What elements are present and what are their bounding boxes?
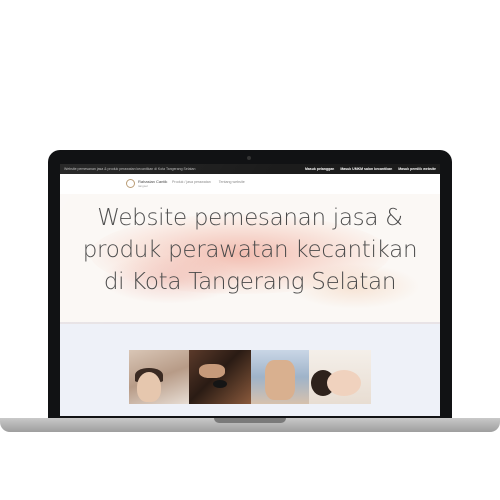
nav-links: Produk / jasa perawatan Tentang website [172,180,245,184]
photo-spa-relaxation[interactable] [309,350,371,404]
hero-banner: Website pemesanan jasa & produk perawata… [60,194,440,322]
login-salon-link[interactable]: Masuk UMKM salon kecantikan [340,164,392,174]
browser-viewport: Website pemesanan jasa & produk perawata… [60,164,440,416]
logo-icon[interactable] [126,179,135,188]
top-utility-bar: Website pemesanan jasa & produk perawata… [60,164,440,174]
main-navbar: Rahasian Cantik tangsel Produk / jasa pe… [60,174,440,195]
hero-title: Website pemesanan jasa & produk perawata… [82,205,418,295]
photo-hot-stone-massage[interactable] [189,350,251,404]
divider [60,322,440,324]
login-owner-link[interactable]: Masuk pemilik website [398,164,436,174]
photo-detail [137,372,161,402]
camera-icon [247,156,251,160]
site-tagline: Website pemesanan jasa & produk perawata… [64,167,196,171]
photo-detail [265,360,295,400]
login-links: Masuk pelanggan Masuk UMKM salon kecanti… [305,164,436,174]
photo-detail [213,380,227,388]
photo-detail [199,364,225,378]
photo-facial-treatment[interactable] [129,350,189,404]
photo-body-massage[interactable] [251,350,309,404]
laptop-base-notch [214,418,286,423]
login-customer-link[interactable]: Masuk pelanggan [305,164,334,174]
photo-detail [327,370,361,396]
nav-link-about[interactable]: Tentang website [219,180,245,184]
treatment-photo-strip [129,350,371,404]
logo-subtitle: tangsel [138,184,148,188]
nav-link-products[interactable]: Produk / jasa perawatan [172,180,211,184]
